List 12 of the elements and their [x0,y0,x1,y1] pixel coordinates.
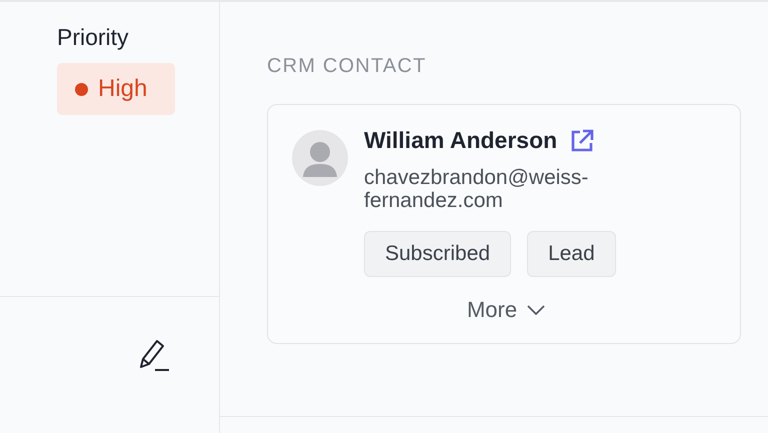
priority-label: Priority [57,24,130,51]
external-link-icon[interactable] [569,128,596,154]
avatar-icon [292,130,348,186]
contact-email: chavezbrandon@weiss-fernandez.com [364,166,590,212]
chevron-down-icon [527,305,546,315]
contact-tag: Lead [527,231,616,277]
more-button[interactable]: More [466,297,546,323]
contact-name: William Anderson [364,127,558,154]
contact-tag: Subscribed [364,231,512,277]
section-heading: CRM CONTACT [267,55,426,78]
edit-icon[interactable] [137,337,171,373]
priority-value: High [98,75,148,103]
